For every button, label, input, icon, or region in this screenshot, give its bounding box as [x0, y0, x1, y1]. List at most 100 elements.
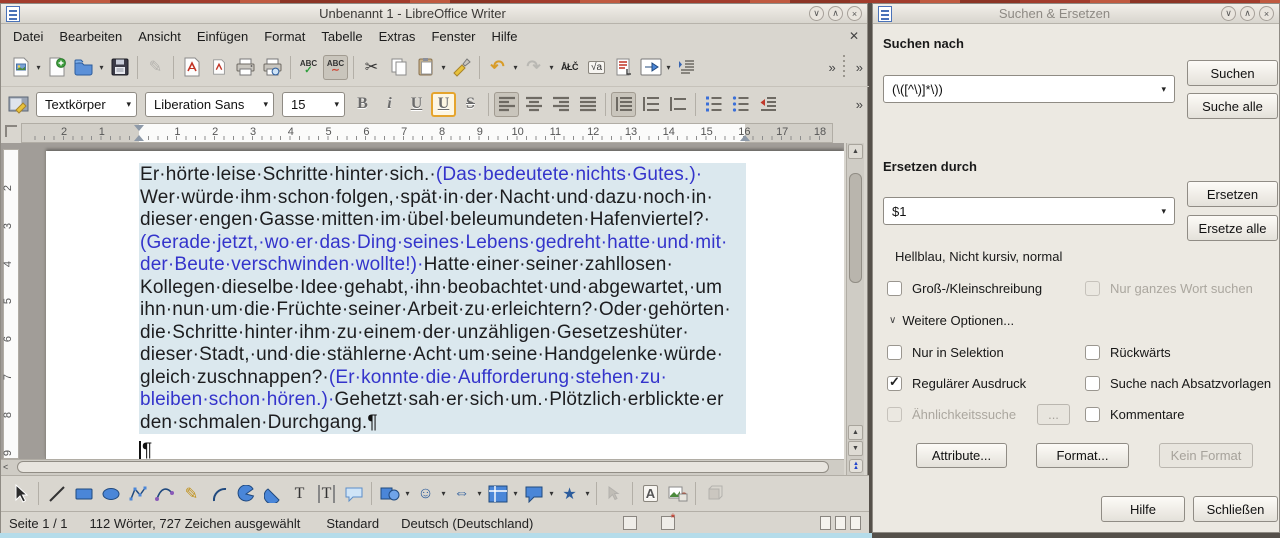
menu-hilfe[interactable]: Hilfe: [484, 27, 526, 46]
ellipse-tool-button[interactable]: [98, 481, 123, 506]
vertical-text-tool-button[interactable]: T: [314, 481, 339, 506]
status-word-count[interactable]: 112 Wörter, 727 Zeichen ausgewählt: [90, 516, 301, 531]
replace-button[interactable]: Ersetzen: [1187, 181, 1278, 207]
fontwork-button[interactable]: A: [638, 481, 663, 506]
horizontal-ruler[interactable]: 2 1 1 2 3 4 5 6 7 8 9 10 11 12 13 14 15 16 17 18: [21, 123, 833, 143]
paragraph-style-select[interactable]: Textkörper ▾: [36, 91, 137, 117]
edit-points-button[interactable]: [602, 481, 627, 506]
basic-shapes-dropdown[interactable]: ▾: [403, 489, 412, 498]
selection-mode-icon[interactable]: [623, 516, 638, 530]
minimize-button[interactable]: ∨: [809, 6, 824, 21]
save-button[interactable]: [107, 55, 132, 80]
whole-words-checkbox[interactable]: Nur ganzes Wort suchen: [1085, 281, 1253, 296]
multi-page-view-icon[interactable]: [835, 516, 846, 530]
navigator-dropdown[interactable]: ▾: [664, 63, 673, 72]
left-indent-marker[interactable]: [134, 135, 144, 141]
scroll-up-button[interactable]: ▲: [848, 144, 863, 159]
similarity-settings-button[interactable]: ...: [1037, 404, 1070, 425]
document-text-line[interactable]: die·Schritte·hinter·ihm·zu·einem·der·unz…: [140, 322, 746, 345]
align-right-button[interactable]: [548, 92, 573, 117]
similarity-search-checkbox[interactable]: Ähnlichkeitssuche: [887, 407, 1016, 422]
insert-image-button[interactable]: [665, 481, 690, 506]
open-button[interactable]: [71, 55, 96, 80]
strikethrough-button[interactable]: S: [458, 92, 483, 117]
block-arrows-button[interactable]: ⇔: [449, 481, 474, 506]
help-button[interactable]: Hilfe: [1101, 496, 1185, 522]
print-button[interactable]: [233, 55, 258, 80]
select-tool-button[interactable]: [8, 481, 33, 506]
bullet-list-button[interactable]: [728, 92, 753, 117]
document-text-line[interactable]: (Gerade·jetzt,·wo·er·das·Ding·seines·Leb…: [140, 232, 746, 255]
single-page-view-icon[interactable]: [820, 516, 831, 530]
dialog-close-button[interactable]: ×: [1259, 6, 1274, 21]
sidebar-toggle-button[interactable]: [6, 92, 31, 117]
line-tool-button[interactable]: [44, 481, 69, 506]
document-text-line[interactable]: den·schmalen·Durchgang.¶: [140, 412, 746, 435]
arc-tool-button[interactable]: [206, 481, 231, 506]
underline-button[interactable]: U: [404, 92, 429, 117]
close-dialog-button[interactable]: Schließen: [1193, 496, 1278, 522]
align-left-button[interactable]: [494, 91, 519, 117]
new-document-button[interactable]: [8, 55, 33, 80]
vertical-scroll-thumb[interactable]: [849, 173, 862, 283]
match-case-checkbox[interactable]: Groß-/Kleinschreibung: [887, 281, 1042, 296]
book-view-icon[interactable]: [850, 516, 861, 530]
toolbar-overflow-button-2[interactable]: »: [856, 60, 863, 75]
search-button[interactable]: Suchen: [1187, 60, 1278, 86]
previous-page-button[interactable]: ▲ ▲: [849, 459, 863, 473]
menu-bearbeiten[interactable]: Bearbeiten: [51, 27, 130, 46]
dialog-maximize-button[interactable]: ∧: [1240, 6, 1255, 21]
toolbar-drag-handle[interactable]: [841, 55, 846, 79]
document-text-line[interactable]: ihn·nun·um·die·Früchte·seiner·Arbeit·zu·…: [140, 299, 746, 322]
close-document-icon[interactable]: ✕: [849, 29, 859, 43]
document-text-line[interactable]: gleich·zuschnappen?·(Er·konnte·die·Auffo…: [140, 367, 746, 390]
underline-active-button[interactable]: U: [431, 91, 456, 117]
selected-paragraph[interactable]: Er·hörte·leise·Schritte·hinter·sich.·(Da…: [139, 163, 746, 434]
menu-ansicht[interactable]: Ansicht: [130, 27, 189, 46]
freeform-line-tool-button[interactable]: ✎: [179, 481, 204, 506]
cut-button[interactable]: ✂: [359, 55, 384, 80]
first-line-indent-marker[interactable]: [134, 125, 144, 131]
rectangle-tool-button[interactable]: [71, 481, 96, 506]
search-input[interactable]: (\([^\)]*\)) ▾: [883, 75, 1175, 103]
stars-button[interactable]: ★: [557, 481, 582, 506]
paste-dropdown[interactable]: ▾: [439, 63, 448, 72]
other-options-expander[interactable]: ∨ Weitere Optionen...: [889, 313, 1014, 328]
right-indent-marker[interactable]: [740, 135, 750, 141]
document-text-line[interactable]: bleiben·schon·hören.)·Gehetzt·sah·er·sic…: [140, 389, 746, 412]
menu-tabelle[interactable]: Tabelle: [313, 27, 370, 46]
italic-button[interactable]: i: [377, 92, 402, 117]
spellcheck-button[interactable]: ABC ✓: [296, 55, 321, 80]
redo-dropdown[interactable]: ▾: [547, 63, 556, 72]
circle-pie-tool-button[interactable]: [233, 481, 258, 506]
replace-input[interactable]: $1 ▾: [883, 197, 1175, 225]
export-pdf-button[interactable]: [179, 55, 204, 80]
undo-button[interactable]: ↶: [485, 55, 510, 80]
scroll-up-button-2[interactable]: ▲: [848, 425, 863, 440]
font-name-select[interactable]: Liberation Sans ▾: [145, 91, 274, 117]
status-page-style[interactable]: Standard: [326, 516, 379, 531]
callouts-dropdown[interactable]: ▾: [547, 489, 556, 498]
document-text-line[interactable]: Kollegen·dieselbe·Idee·gehabt,·ihn·beoba…: [140, 277, 746, 300]
document-text-line[interactable]: Wer·würde·ihm·schon·folgen,·spät·in·der·…: [140, 187, 746, 210]
document-modified-icon[interactable]: [661, 511, 676, 530]
vertical-scrollbar[interactable]: ▲ ▲ ▼ ▲ ▲ ● ▼ ▼: [846, 143, 864, 509]
document-text-line[interactable]: dieser·engen·Gasse·mitten·im·übel·beleum…: [140, 209, 746, 232]
clone-formatting-button[interactable]: [449, 55, 474, 80]
new-blank-document-button[interactable]: [44, 55, 69, 80]
scroll-left-icon[interactable]: <: [3, 462, 8, 472]
decrease-indent-button[interactable]: [755, 92, 780, 117]
copy-button[interactable]: [386, 55, 411, 80]
toolbar-overflow-button[interactable]: »: [829, 60, 836, 75]
redo-button[interactable]: ↷: [521, 55, 546, 80]
numbered-list-button[interactable]: [701, 92, 726, 117]
line-spacing-2-button[interactable]: [665, 92, 690, 117]
polygon-tool-button[interactable]: [125, 481, 150, 506]
formatting-marks-button[interactable]: [674, 55, 699, 80]
replace-all-button[interactable]: Ersetze alle: [1187, 215, 1278, 241]
horizontal-scroll-thumb[interactable]: [17, 461, 829, 473]
edit-mode-button[interactable]: ✎: [143, 55, 168, 80]
print-preview-button[interactable]: [260, 55, 285, 80]
format-button[interactable]: Format...: [1036, 443, 1129, 468]
document-text-line[interactable]: Er·hörte·leise·Schritte·hinter·sich.·(Da…: [140, 164, 746, 187]
